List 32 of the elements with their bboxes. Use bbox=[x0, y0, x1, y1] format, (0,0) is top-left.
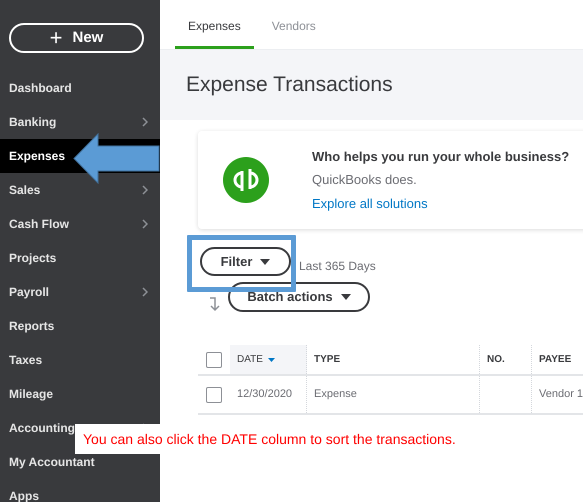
sidebar-item[interactable]: Payroll bbox=[0, 275, 160, 309]
sort-caret-icon bbox=[268, 358, 275, 362]
promo-heading: Who helps you run your whole business? bbox=[312, 148, 570, 166]
select-all-checkbox[interactable] bbox=[206, 352, 222, 368]
sidebar-item[interactable]: Cash Flow bbox=[0, 207, 160, 241]
sidebar-item[interactable]: Dashboard bbox=[0, 71, 160, 105]
column-header[interactable]: NO. bbox=[480, 345, 532, 374]
batch-actions-button[interactable]: Batch actions bbox=[228, 282, 370, 312]
arrow-icon bbox=[73, 133, 160, 184]
caret-icon bbox=[340, 294, 351, 300]
sidebar-item[interactable]: Projects bbox=[0, 241, 160, 275]
promo-text: QuickBooks does. bbox=[312, 171, 418, 190]
caret-icon bbox=[260, 258, 270, 264]
sidebar-item[interactable]: Banking bbox=[0, 105, 160, 139]
column-header[interactable]: PAYEE bbox=[532, 345, 583, 374]
column-header[interactable]: TYPE bbox=[307, 345, 480, 374]
explore-link[interactable]: Explore all solutions bbox=[312, 194, 570, 214]
date-range: Last 365 Days bbox=[299, 258, 376, 275]
filter-button[interactable]: Filter bbox=[200, 247, 291, 276]
logo-icon bbox=[223, 157, 269, 203]
sidebar-item[interactable]: Reports bbox=[0, 309, 160, 343]
sidebar-item[interactable]: Taxes bbox=[0, 343, 160, 377]
sort-arrow-icon bbox=[208, 296, 222, 312]
new-button[interactable]: + New bbox=[9, 23, 144, 53]
row-checkbox[interactable] bbox=[206, 386, 222, 402]
sidebar-item[interactable]: Sales bbox=[0, 173, 160, 207]
sidebar-item[interactable]: Mileage bbox=[0, 377, 160, 411]
page-title: Expense Transactions bbox=[186, 72, 393, 98]
table-cell-text: Expense bbox=[314, 387, 357, 402]
column-header[interactable]: DATE bbox=[230, 345, 307, 374]
table-cell-text: Vendor 1 bbox=[539, 387, 583, 402]
table-cell-text: 12/30/2020 bbox=[237, 387, 292, 402]
